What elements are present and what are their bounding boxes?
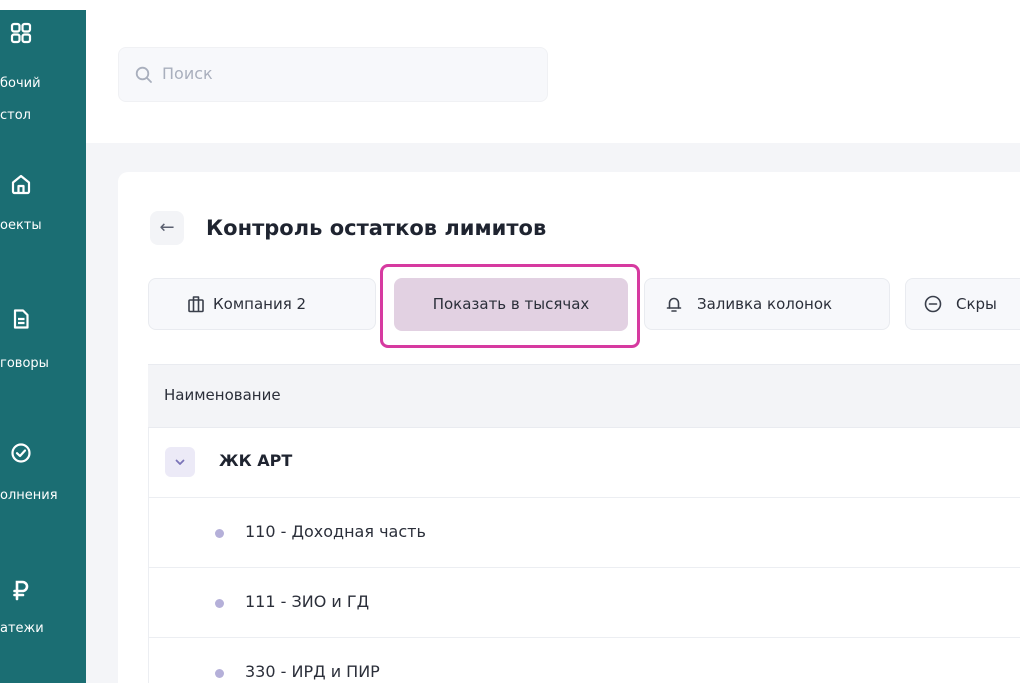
sidebar-item-label: олнения (0, 488, 58, 503)
sidebar-item-projects[interactable]: оекты (0, 170, 86, 260)
search-placeholder: Поиск (162, 64, 213, 83)
dashboard-grid-icon (10, 22, 32, 44)
building-icon (187, 295, 205, 313)
chevron-down-icon (175, 459, 185, 465)
document-icon (10, 308, 32, 330)
ruble-icon (10, 579, 32, 601)
sidebar: бочий стол оекты говоры олнения атежи (0, 10, 86, 683)
check-circle-icon (10, 442, 32, 464)
limits-table: Наименование ЖК АРТ 110 - Доходная часть… (148, 364, 1020, 683)
row-label: 110 - Доходная часть (245, 522, 426, 541)
column-fill-label: Заливка колонок (697, 295, 833, 313)
page-title: Контроль остатков лимитов (206, 216, 547, 240)
search-icon (135, 66, 153, 84)
hide-label: Скры (956, 295, 997, 313)
home-icon (10, 173, 32, 195)
group-name: ЖК АРТ (219, 451, 293, 470)
sidebar-item-dashboard[interactable]: бочий стол (0, 20, 86, 130)
show-in-thousands-button[interactable]: Показать в тысячах (394, 278, 628, 331)
arrow-left-icon: ← (159, 217, 175, 238)
company-label: Компания 2 (213, 295, 307, 313)
expand-toggle[interactable] (165, 447, 195, 477)
sidebar-item-label: атежи (0, 621, 44, 636)
sidebar-item-label: бочий (0, 76, 41, 91)
hide-button[interactable]: Скры (905, 278, 1020, 330)
bullet-icon (215, 529, 224, 538)
column-header-name: Наименование (164, 386, 281, 404)
sidebar-item-contracts[interactable]: говоры (0, 302, 86, 392)
company-select-button[interactable]: Компания 2 (148, 278, 376, 330)
table-group-row[interactable]: ЖК АРТ (148, 428, 1020, 498)
sidebar-item-label: говоры (0, 356, 49, 371)
row-label: 330 - ИРД и ПИР (245, 662, 380, 681)
table-row[interactable]: 110 - Доходная часть (148, 498, 1020, 568)
row-label: 111 - ЗИО и ГД (245, 592, 370, 611)
table-header: Наименование (148, 364, 1020, 428)
sidebar-item-label: оекты (0, 218, 42, 233)
bullet-icon (215, 599, 224, 608)
sidebar-item-payments[interactable]: атежи (0, 575, 86, 665)
search-input[interactable]: Поиск (118, 47, 548, 102)
back-button[interactable]: ← (150, 211, 184, 245)
sidebar-item-executions[interactable]: олнения (0, 438, 86, 528)
minus-circle-icon (924, 295, 942, 313)
table-row[interactable]: 111 - ЗИО и ГД (148, 568, 1020, 638)
bullet-icon (215, 669, 224, 678)
table-row[interactable]: 330 - ИРД и ПИР (148, 638, 1020, 683)
bell-icon (665, 295, 683, 313)
column-fill-button[interactable]: Заливка колонок (644, 278, 890, 330)
sidebar-item-label: стол (0, 108, 31, 123)
